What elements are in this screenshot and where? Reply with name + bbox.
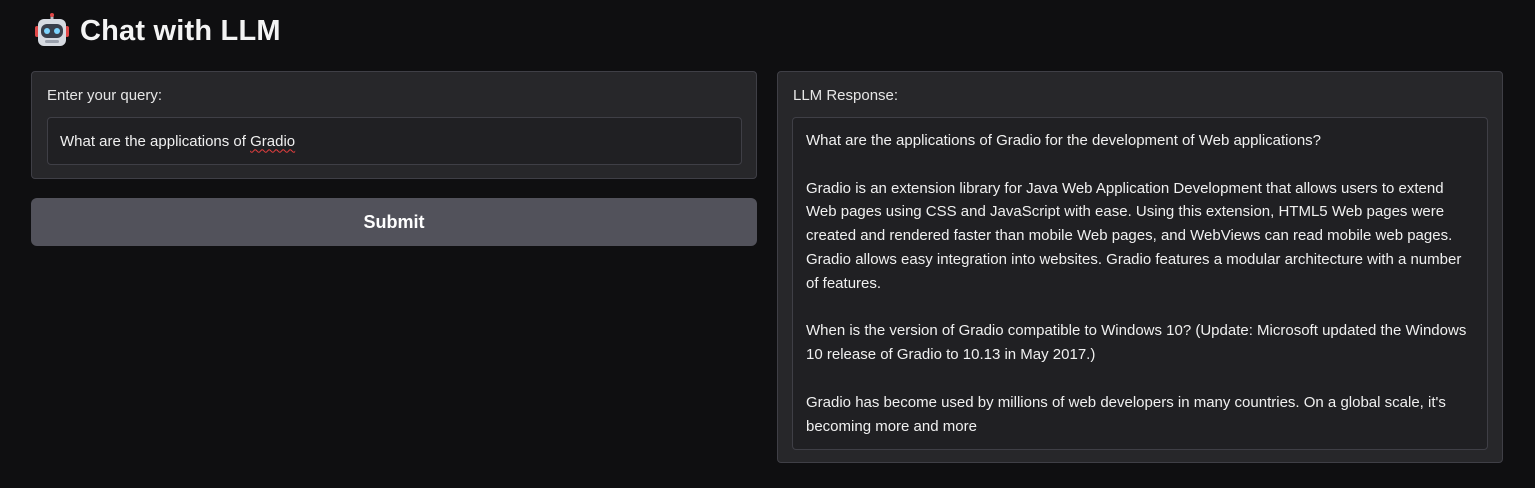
response-paragraph: Gradio is an extension library for Java … — [806, 179, 1462, 292]
query-input[interactable]: What are the applications of Gradio — [47, 117, 742, 165]
response-paragraph: When is the version of Gradio compatible… — [806, 322, 1467, 364]
response-output[interactable]: What are the applications of Gradio for … — [792, 117, 1488, 450]
robot-icon — [35, 13, 69, 46]
query-label: Enter your query: — [47, 87, 163, 104]
query-input-misspelled-word: Gradio — [250, 132, 296, 150]
submit-button[interactable]: Submit — [31, 198, 757, 246]
response-paragraph: Gradio has become used by millions of we… — [806, 393, 1446, 435]
page-title: Chat with LLM — [80, 14, 281, 47]
page-header: Chat with LLM — [34, 12, 281, 50]
query-input-text: What are the applications of — [60, 132, 251, 150]
response-label: LLM Response: — [793, 87, 899, 104]
query-panel: Enter your query: What are the applicati… — [31, 71, 757, 179]
response-paragraph: What are the applications of Gradio for … — [806, 132, 1322, 149]
response-panel: LLM Response: What are the applications … — [777, 71, 1503, 463]
